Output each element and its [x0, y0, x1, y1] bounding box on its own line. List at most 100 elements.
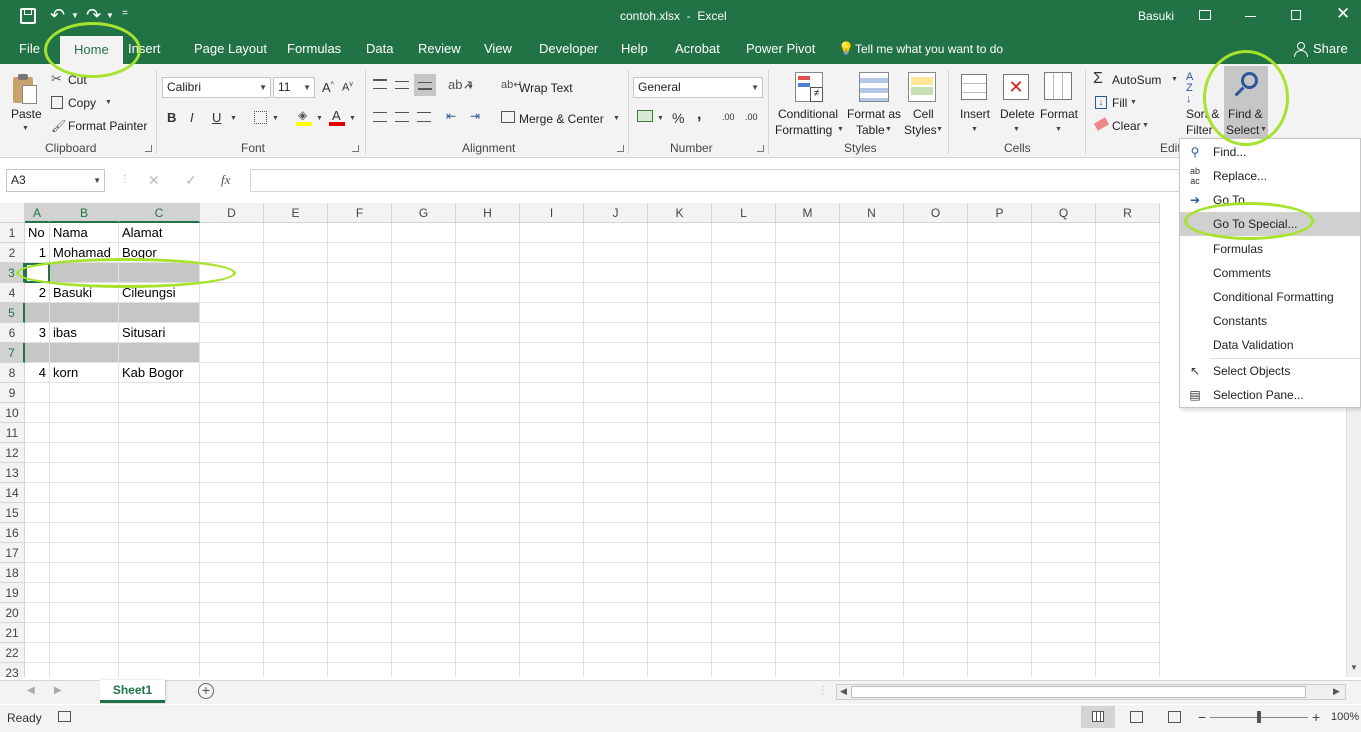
cell-N9[interactable]: [840, 383, 904, 403]
cell-E1[interactable]: [264, 223, 328, 243]
cell-J5[interactable]: [584, 303, 648, 323]
cell-P9[interactable]: [968, 383, 1032, 403]
cell-D9[interactable]: [200, 383, 264, 403]
cell-F15[interactable]: [328, 503, 392, 523]
row-header-17[interactable]: 17: [0, 543, 25, 563]
cell-K17[interactable]: [648, 543, 712, 563]
cell-Q3[interactable]: [1032, 263, 1096, 283]
cell-J19[interactable]: [584, 583, 648, 603]
cell-M20[interactable]: [776, 603, 840, 623]
cell-B17[interactable]: [50, 543, 119, 563]
cell-G3[interactable]: [392, 263, 456, 283]
cell-M17[interactable]: [776, 543, 840, 563]
cell-F2[interactable]: [328, 243, 392, 263]
cell-J6[interactable]: [584, 323, 648, 343]
cell-I20[interactable]: [520, 603, 584, 623]
cell-F13[interactable]: [328, 463, 392, 483]
cell-H11[interactable]: [456, 423, 520, 443]
cell-H20[interactable]: [456, 603, 520, 623]
row-header-19[interactable]: 19: [0, 583, 25, 603]
cell-N8[interactable]: [840, 363, 904, 383]
cell-O7[interactable]: [904, 343, 968, 363]
tab-data[interactable]: Data: [366, 34, 393, 64]
cell-D8[interactable]: [200, 363, 264, 383]
cell-O9[interactable]: [904, 383, 968, 403]
column-header-F[interactable]: F: [328, 203, 392, 223]
cell-E4[interactable]: [264, 283, 328, 303]
cut-icon[interactable]: ✂: [51, 71, 62, 87]
cell-Q18[interactable]: [1032, 563, 1096, 583]
cell-K20[interactable]: [648, 603, 712, 623]
cell-M7[interactable]: [776, 343, 840, 363]
fill-dropdown-icon[interactable]: ▼: [1130, 99, 1137, 106]
paste-button[interactable]: Paste: [11, 107, 42, 121]
cell-D5[interactable]: [200, 303, 264, 323]
row-header-20[interactable]: 20: [0, 603, 25, 623]
cell-G6[interactable]: [392, 323, 456, 343]
cell-L13[interactable]: [712, 463, 776, 483]
insert-cells-button[interactable]: Insert: [960, 107, 990, 121]
cell-I23[interactable]: [520, 663, 584, 677]
cell-L14[interactable]: [712, 483, 776, 503]
cell-J7[interactable]: [584, 343, 648, 363]
tab-developer[interactable]: Developer: [539, 34, 598, 64]
cell-I2[interactable]: [520, 243, 584, 263]
cell-N11[interactable]: [840, 423, 904, 443]
confirm-entry-icon[interactable]: ✓: [185, 172, 197, 189]
column-header-I[interactable]: I: [520, 203, 584, 223]
redo-dropdown-icon[interactable]: ▼: [106, 11, 114, 20]
underline-button[interactable]: U: [212, 110, 221, 125]
cell-C8[interactable]: Kab Bogor: [119, 363, 200, 383]
cell-L16[interactable]: [712, 523, 776, 543]
sheet-splitter-icon[interactable]: ⋮: [818, 685, 828, 696]
row-header-2[interactable]: 2: [0, 243, 25, 263]
cell-H2[interactable]: [456, 243, 520, 263]
cell-Q4[interactable]: [1032, 283, 1096, 303]
cell-J2[interactable]: [584, 243, 648, 263]
cell-D10[interactable]: [200, 403, 264, 423]
cell-J4[interactable]: [584, 283, 648, 303]
cell-M9[interactable]: [776, 383, 840, 403]
cell-K7[interactable]: [648, 343, 712, 363]
cell-B22[interactable]: [50, 643, 119, 663]
row-header-6[interactable]: 6: [0, 323, 25, 343]
row-header-18[interactable]: 18: [0, 563, 25, 583]
increase-decimal-button[interactable]: .00: [722, 112, 735, 122]
cell-P10[interactable]: [968, 403, 1032, 423]
cell-I15[interactable]: [520, 503, 584, 523]
cell-R6[interactable]: [1096, 323, 1160, 343]
cell-A2[interactable]: 1: [25, 243, 50, 263]
cell-N23[interactable]: [840, 663, 904, 677]
cell-R20[interactable]: [1096, 603, 1160, 623]
cell-Q12[interactable]: [1032, 443, 1096, 463]
menu-item-select-objects[interactable]: ↖ Select Objects: [1180, 359, 1360, 383]
restore-icon[interactable]: [1291, 10, 1301, 20]
horizontal-scrollbar[interactable]: ◀ ▶: [836, 684, 1346, 700]
cell-M18[interactable]: [776, 563, 840, 583]
cell-B23[interactable]: [50, 663, 119, 677]
scroll-right-icon[interactable]: ▶: [1333, 686, 1340, 697]
bold-button[interactable]: B: [167, 110, 176, 125]
cell-L4[interactable]: [712, 283, 776, 303]
decrease-indent-icon[interactable]: ⇤: [446, 109, 456, 123]
cell-F23[interactable]: [328, 663, 392, 677]
tab-acrobat[interactable]: Acrobat: [675, 34, 720, 64]
cell-P14[interactable]: [968, 483, 1032, 503]
cell-O2[interactable]: [904, 243, 968, 263]
alignment-launcher-icon[interactable]: [617, 145, 624, 152]
cell-A15[interactable]: [25, 503, 50, 523]
cell-H17[interactable]: [456, 543, 520, 563]
cell-L8[interactable]: [712, 363, 776, 383]
cell-O5[interactable]: [904, 303, 968, 323]
row-header-23[interactable]: 23: [0, 663, 25, 677]
cell-F18[interactable]: [328, 563, 392, 583]
save-icon[interactable]: [20, 8, 36, 24]
cell-G20[interactable]: [392, 603, 456, 623]
cell-K15[interactable]: [648, 503, 712, 523]
cell-I14[interactable]: [520, 483, 584, 503]
cell-styles-button[interactable]: Cell: [913, 107, 934, 121]
cond-format-dropdown-icon[interactable]: ▼: [837, 126, 844, 133]
cell-J11[interactable]: [584, 423, 648, 443]
paste-icon[interactable]: [11, 73, 39, 105]
zoom-level[interactable]: 100%: [1331, 711, 1359, 723]
